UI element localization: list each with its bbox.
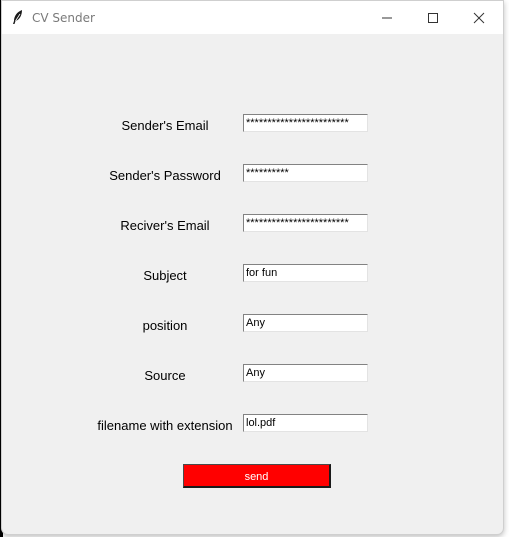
sender-password-label: Sender's Password	[109, 168, 221, 183]
subject-field[interactable]	[243, 264, 368, 282]
minimize-button[interactable]	[364, 1, 410, 34]
sender-email-label: Sender's Email	[121, 118, 209, 133]
app-window: CV Sender Sender's Email Sender's Passwo…	[1, 0, 504, 535]
feather-icon	[11, 9, 25, 25]
window-title: CV Sender	[32, 11, 95, 25]
position-field[interactable]	[243, 314, 368, 332]
source-label: Source	[144, 368, 186, 383]
receiver-email-label: Reciver's Email	[120, 218, 210, 233]
title-bar[interactable]: CV Sender	[2, 1, 503, 34]
filename-field[interactable]	[243, 414, 368, 432]
sender-password-field[interactable]	[243, 164, 368, 182]
close-icon	[473, 12, 485, 24]
minimize-icon	[382, 17, 392, 19]
filename-label: filename with extension	[97, 418, 233, 433]
send-button[interactable]: send	[183, 464, 331, 488]
position-label: position	[142, 318, 188, 333]
maximize-icon	[428, 13, 438, 23]
sender-email-field[interactable]	[243, 114, 368, 132]
source-field[interactable]	[243, 364, 368, 382]
maximize-button[interactable]	[410, 1, 456, 34]
close-button[interactable]	[456, 1, 502, 34]
receiver-email-field[interactable]	[243, 214, 368, 232]
subject-label: Subject	[143, 268, 187, 283]
